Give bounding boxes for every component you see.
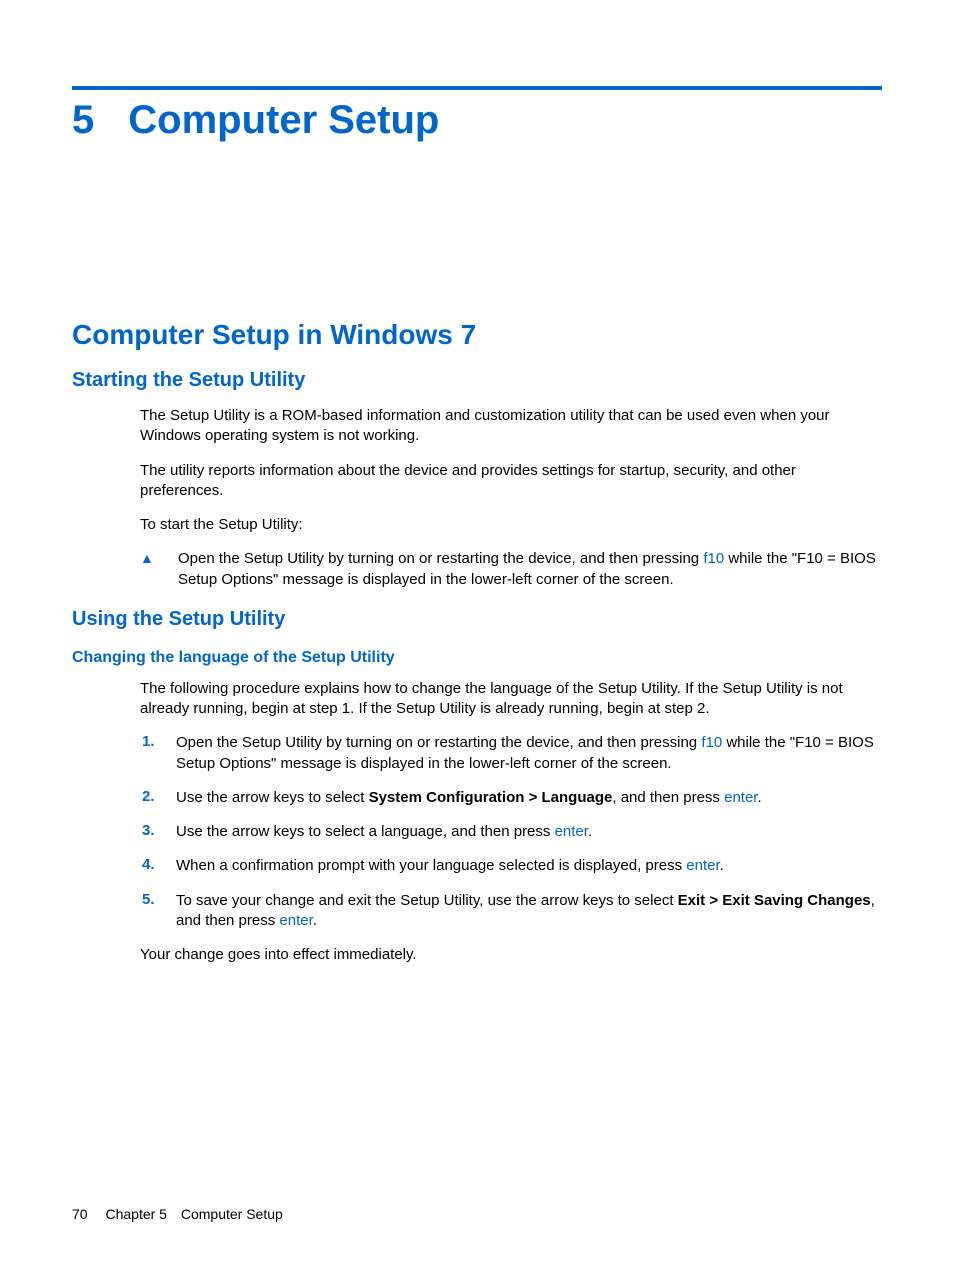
body-block: The following procedure explains how to … bbox=[140, 679, 882, 720]
paragraph: To start the Setup Utility: bbox=[140, 515, 882, 535]
step-5: 5. To save your change and exit the Setu… bbox=[142, 891, 882, 932]
chapter-number: 5 bbox=[72, 98, 94, 143]
subsection-starting: Starting the Setup Utility bbox=[72, 369, 882, 392]
key-f10: f10 bbox=[701, 734, 722, 751]
triangle-icon: ▲ bbox=[140, 549, 178, 569]
footer-chapter-title: Computer Setup bbox=[181, 1206, 283, 1222]
step-number: 4. bbox=[142, 856, 176, 873]
text: . bbox=[313, 912, 317, 929]
step-number: 3. bbox=[142, 822, 176, 839]
text: , and then press bbox=[612, 789, 724, 806]
step-3: 3. Use the arrow keys to select a langua… bbox=[142, 822, 882, 842]
step-number: 1. bbox=[142, 733, 176, 750]
section-heading: Computer Setup in Windows 7 bbox=[72, 319, 882, 351]
document-page: 5 Computer Setup Computer Setup in Windo… bbox=[0, 0, 954, 1270]
text: When a confirmation prompt with your lan… bbox=[176, 857, 686, 874]
paragraph: Your change goes into effect immediately… bbox=[140, 945, 882, 965]
step-text: Use the arrow keys to select a language,… bbox=[176, 822, 882, 842]
footer-chapter-label: Chapter 5 bbox=[105, 1206, 166, 1222]
text: . bbox=[720, 857, 724, 874]
paragraph: The following procedure explains how to … bbox=[140, 679, 882, 720]
bullet-text: Open the Setup Utility by turning on or … bbox=[178, 549, 882, 590]
step-text: To save your change and exit the Setup U… bbox=[176, 891, 882, 932]
key-enter: enter bbox=[686, 857, 719, 874]
text: To save your change and exit the Setup U… bbox=[176, 892, 678, 909]
key-enter: enter bbox=[279, 912, 312, 929]
step-2: 2. Use the arrow keys to select System C… bbox=[142, 788, 882, 808]
menu-path: Exit > Exit Saving Changes bbox=[678, 892, 871, 909]
subsubsection-changing-language: Changing the language of the Setup Utili… bbox=[72, 649, 882, 667]
paragraph: The Setup Utility is a ROM-based informa… bbox=[140, 406, 882, 447]
text: Use the arrow keys to select bbox=[176, 789, 369, 806]
step-1: 1. Open the Setup Utility by turning on … bbox=[142, 733, 882, 774]
step-text: When a confirmation prompt with your lan… bbox=[176, 856, 882, 876]
chapter-heading: 5 Computer Setup bbox=[72, 98, 882, 143]
menu-path: System Configuration > Language bbox=[369, 789, 613, 806]
bullet-item: ▲ Open the Setup Utility by turning on o… bbox=[140, 549, 882, 590]
text: Open the Setup Utility by turning on or … bbox=[178, 550, 703, 567]
body-block: Your change goes into effect immediately… bbox=[140, 945, 882, 965]
key-f10: f10 bbox=[703, 550, 724, 567]
text: Open the Setup Utility by turning on or … bbox=[176, 734, 701, 751]
step-number: 2. bbox=[142, 788, 176, 805]
header-rule bbox=[72, 86, 882, 90]
step-text: Open the Setup Utility by turning on or … bbox=[176, 733, 882, 774]
text: . bbox=[757, 789, 761, 806]
text: Use the arrow keys to select a language,… bbox=[176, 823, 555, 840]
step-4: 4. When a confirmation prompt with your … bbox=[142, 856, 882, 876]
key-enter: enter bbox=[555, 823, 588, 840]
step-text: Use the arrow keys to select System Conf… bbox=[176, 788, 882, 808]
page-footer: 70 Chapter 5 Computer Setup bbox=[72, 1206, 283, 1222]
paragraph: The utility reports information about th… bbox=[140, 461, 882, 502]
subsection-using: Using the Setup Utility bbox=[72, 608, 882, 631]
body-block: The Setup Utility is a ROM-based informa… bbox=[140, 406, 882, 535]
step-number: 5. bbox=[142, 891, 176, 908]
key-enter: enter bbox=[724, 789, 757, 806]
text: . bbox=[588, 823, 592, 840]
page-number: 70 bbox=[72, 1206, 88, 1222]
chapter-title: Computer Setup bbox=[128, 98, 439, 143]
